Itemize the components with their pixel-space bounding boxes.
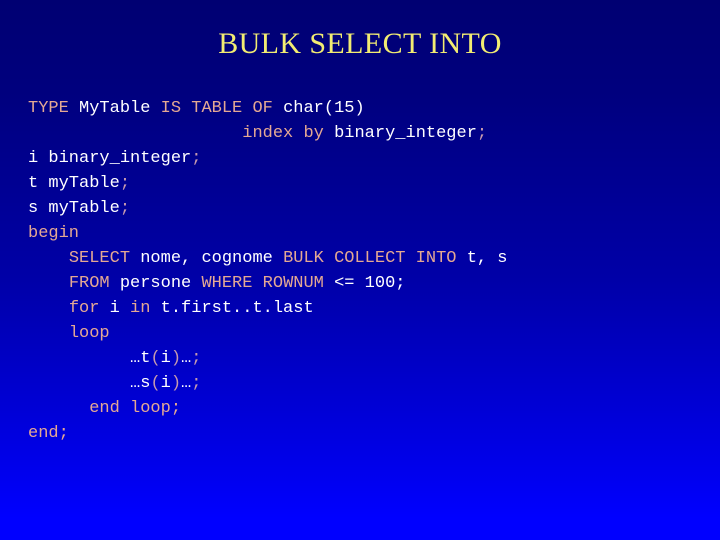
code-keyword: TYPE xyxy=(28,99,69,118)
code-keyword: loop xyxy=(68,324,110,343)
code-line: end; xyxy=(28,421,708,446)
code-identifier: nome, cognome xyxy=(140,249,273,268)
code-punctuation: ; xyxy=(191,374,202,393)
code-identifier: i xyxy=(109,299,120,318)
code-line: …s(i)…; xyxy=(28,371,708,396)
presentation-slide: BULK SELECT INTO TYPE MyTable IS TABLE O… xyxy=(0,0,720,540)
code-identifier xyxy=(191,274,201,293)
code-keyword: end; xyxy=(28,424,69,443)
code-keyword: BULK COLLECT INTO xyxy=(283,249,457,268)
code-line: for i in t.first..t.last xyxy=(28,296,708,321)
code-keyword: FROM xyxy=(68,274,110,293)
code-identifier: t.first..t.last xyxy=(160,299,314,318)
code-punctuation: ; xyxy=(476,124,488,143)
code-identifier xyxy=(99,299,109,318)
code-identifier: t, s xyxy=(466,249,508,268)
code-identifier: MyTable xyxy=(79,99,151,118)
code-identifier xyxy=(181,99,191,118)
code-line: FROM persone WHERE ROWNUM <= 100; xyxy=(28,271,708,296)
code-punctuation: ) xyxy=(170,349,182,368)
code-identifier: i xyxy=(160,349,171,368)
page-title: BULK SELECT INTO xyxy=(218,27,502,60)
code-punctuation: ; xyxy=(191,149,202,168)
code-keyword: for xyxy=(68,299,100,318)
code-identifier: s myTable xyxy=(28,199,120,218)
code-line: …t(i)…; xyxy=(28,346,708,371)
code-identifier xyxy=(324,274,334,293)
code-identifier xyxy=(110,274,120,293)
code-keyword: SELECT xyxy=(68,249,131,268)
code-identifier: <= 100; xyxy=(334,274,406,293)
code-identifier xyxy=(293,124,303,143)
code-keyword: by xyxy=(303,124,324,143)
code-punctuation: ) xyxy=(170,374,182,393)
code-identifier: …t xyxy=(130,349,151,368)
code-punctuation: ( xyxy=(150,349,161,368)
code-keyword: in xyxy=(130,299,151,318)
code-line: end loop; xyxy=(28,396,708,421)
code-identifier: …s xyxy=(130,374,151,393)
code-listing: TYPE MyTable IS TABLE OF char(15) index … xyxy=(28,96,708,446)
code-line: loop xyxy=(28,321,708,346)
code-line: t myTable; xyxy=(28,171,708,196)
code-identifier xyxy=(130,249,140,268)
code-identifier: … xyxy=(181,349,192,368)
code-identifier xyxy=(150,299,160,318)
code-keyword: end loop; xyxy=(89,399,182,418)
code-keyword: IS xyxy=(160,99,182,118)
code-identifier xyxy=(69,99,79,118)
code-punctuation: ( xyxy=(150,374,161,393)
code-identifier: binary_integer xyxy=(334,124,477,143)
code-identifier: t myTable xyxy=(28,174,120,193)
code-identifier xyxy=(242,99,252,118)
code-keyword: begin xyxy=(28,224,80,243)
code-keyword: TABLE xyxy=(191,99,243,118)
code-identifier: i xyxy=(160,374,171,393)
code-identifier: … xyxy=(181,374,192,393)
code-identifier: char(15) xyxy=(283,99,365,118)
code-punctuation: ; xyxy=(119,199,131,218)
code-punctuation: ; xyxy=(119,174,131,193)
code-identifier xyxy=(120,299,130,318)
code-identifier xyxy=(273,99,283,118)
code-keyword: WHERE ROWNUM xyxy=(201,274,324,293)
code-line: s myTable; xyxy=(28,196,708,221)
code-identifier xyxy=(273,249,283,268)
code-identifier xyxy=(324,124,334,143)
code-line: index by binary_integer; xyxy=(28,121,708,146)
code-line: begin xyxy=(28,221,708,246)
code-identifier xyxy=(457,249,467,268)
code-identifier: persone xyxy=(119,274,192,293)
code-keyword: index xyxy=(242,124,294,143)
code-identifier xyxy=(150,99,160,118)
code-punctuation: ; xyxy=(191,349,202,368)
code-identifier: i binary_integer xyxy=(28,149,192,168)
code-line: SELECT nome, cognome BULK COLLECT INTO t… xyxy=(28,246,708,271)
code-line: TYPE MyTable IS TABLE OF char(15) xyxy=(28,96,708,121)
code-line: i binary_integer; xyxy=(28,146,708,171)
code-keyword: OF xyxy=(252,99,273,118)
